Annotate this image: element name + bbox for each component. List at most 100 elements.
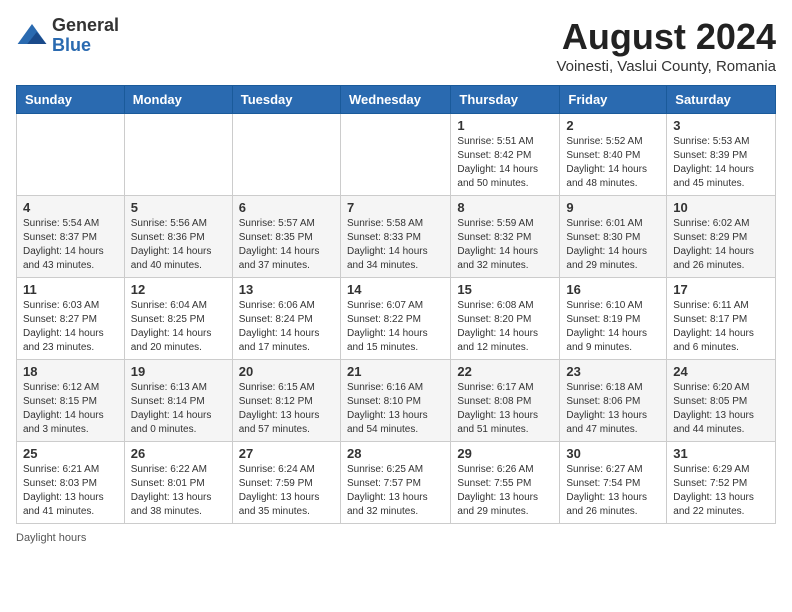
table-row: 16 Sunrise: 6:10 AM Sunset: 8:19 PM Dayli… <box>560 278 667 360</box>
table-row: 26 Sunrise: 6:22 AM Sunset: 8:01 PM Dayli… <box>124 442 232 524</box>
col-thursday: Thursday <box>451 86 560 114</box>
day-number: 13 <box>239 282 334 297</box>
title-section: August 2024 Voinesti, Vaslui County, Rom… <box>556 16 776 75</box>
table-row: 24Sunrise: 6:20 AM Sunset: 8:05 PM Dayli… <box>667 360 776 442</box>
day-info: Sunrise: 6:07 AM Sunset: 8:22 PM Dayligh… <box>347 299 444 355</box>
day-info: Sunrise: 6:12 AM Sunset: 8:15 PM Dayligh… <box>23 381 118 437</box>
col-sunday: Sunday <box>17 86 125 114</box>
day-info: Sunrise: 6:26 AM Sunset: 7:55 PM Dayligh… <box>457 463 553 519</box>
day-info: Sunrise: 6:16 AM Sunset: 8:10 PM Dayligh… <box>347 381 444 437</box>
col-saturday: Saturday <box>667 86 776 114</box>
day-number: 18 <box>23 364 118 379</box>
days-of-week-row: Sunday Monday Tuesday Wednesday Thursday… <box>17 86 776 114</box>
day-info: Sunrise: 5:53 AM Sunset: 8:39 PM Dayligh… <box>673 135 769 191</box>
day-info: Sunrise: 5:51 AM Sunset: 8:42 PM Dayligh… <box>457 135 553 191</box>
table-row: 12 Sunrise: 6:04 AM Sunset: 8:25 PM Dayli… <box>124 278 232 360</box>
day-number: 2 <box>566 118 660 133</box>
day-number: 27 <box>239 446 334 461</box>
day-info: Sunrise: 6:17 AM Sunset: 8:08 PM Dayligh… <box>457 381 553 437</box>
day-number: 26 <box>131 446 226 461</box>
day-number: 16 <box>566 282 660 297</box>
day-number: 21 <box>347 364 444 379</box>
table-row: 19Sunrise: 6:13 AM Sunset: 8:14 PM Dayli… <box>124 360 232 442</box>
table-row: 29Sunrise: 6:26 AM Sunset: 7:55 PM Dayli… <box>451 442 560 524</box>
day-info: Sunrise: 6:06 AM Sunset: 8:24 PM Dayligh… <box>239 299 334 355</box>
day-info: Sunrise: 5:57 AM Sunset: 8:35 PM Dayligh… <box>239 217 334 273</box>
table-row <box>340 114 450 196</box>
day-info: Sunrise: 6:04 AM Sunset: 8:25 PM Dayligh… <box>131 299 226 355</box>
col-tuesday: Tuesday <box>232 86 340 114</box>
day-number: 30 <box>566 446 660 461</box>
day-number: 20 <box>239 364 334 379</box>
day-number: 15 <box>457 282 553 297</box>
week-row-4: 18 Sunrise: 6:12 AM Sunset: 8:15 PM Dayli… <box>17 360 776 442</box>
day-info: Sunrise: 5:52 AM Sunset: 8:40 PM Dayligh… <box>566 135 660 191</box>
table-row: 23 Sunrise: 6:18 AM Sunset: 8:06 PM Dayli… <box>560 360 667 442</box>
day-info: Sunrise: 6:27 AM Sunset: 7:54 PM Dayligh… <box>566 463 660 519</box>
day-info: Sunrise: 5:59 AM Sunset: 8:32 PM Dayligh… <box>457 217 553 273</box>
day-number: 5 <box>131 200 226 215</box>
col-friday: Friday <box>560 86 667 114</box>
day-number: 4 <box>23 200 118 215</box>
day-info: Sunrise: 6:02 AM Sunset: 8:29 PM Dayligh… <box>673 217 769 273</box>
day-number: 17 <box>673 282 769 297</box>
table-row: 11Sunrise: 6:03 AM Sunset: 8:27 PM Dayli… <box>17 278 125 360</box>
day-number: 10 <box>673 200 769 215</box>
table-row: 20 Sunrise: 6:15 AM Sunset: 8:12 PM Dayli… <box>232 360 340 442</box>
day-number: 11 <box>23 282 118 297</box>
day-info: Sunrise: 6:21 AM Sunset: 8:03 PM Dayligh… <box>23 463 118 519</box>
calendar-body: 1 Sunrise: 5:51 AM Sunset: 8:42 PM Daylig… <box>17 114 776 524</box>
table-row: 18 Sunrise: 6:12 AM Sunset: 8:15 PM Dayli… <box>17 360 125 442</box>
table-row: 1 Sunrise: 5:51 AM Sunset: 8:42 PM Daylig… <box>451 114 560 196</box>
day-number: 28 <box>347 446 444 461</box>
table-row: 30 Sunrise: 6:27 AM Sunset: 7:54 PM Dayli… <box>560 442 667 524</box>
table-row: 9 Sunrise: 6:01 AM Sunset: 8:30 PM Daylig… <box>560 196 667 278</box>
day-number: 25 <box>23 446 118 461</box>
day-info: Sunrise: 5:58 AM Sunset: 8:33 PM Dayligh… <box>347 217 444 273</box>
table-row: 17 Sunrise: 6:11 AM Sunset: 8:17 PM Dayli… <box>667 278 776 360</box>
logo-icon <box>16 20 48 52</box>
day-number: 31 <box>673 446 769 461</box>
day-number: 9 <box>566 200 660 215</box>
day-number: 23 <box>566 364 660 379</box>
table-row: 21 Sunrise: 6:16 AM Sunset: 8:10 PM Dayli… <box>340 360 450 442</box>
col-wednesday: Wednesday <box>340 86 450 114</box>
table-row: 8 Sunrise: 5:59 AM Sunset: 8:32 PM Daylig… <box>451 196 560 278</box>
day-info: Sunrise: 6:18 AM Sunset: 8:06 PM Dayligh… <box>566 381 660 437</box>
day-number: 3 <box>673 118 769 133</box>
day-info: Sunrise: 6:11 AM Sunset: 8:17 PM Dayligh… <box>673 299 769 355</box>
daylight-label: Daylight hours <box>16 532 86 544</box>
week-row-3: 11Sunrise: 6:03 AM Sunset: 8:27 PM Dayli… <box>17 278 776 360</box>
day-info: Sunrise: 6:22 AM Sunset: 8:01 PM Dayligh… <box>131 463 226 519</box>
day-info: Sunrise: 6:01 AM Sunset: 8:30 PM Dayligh… <box>566 217 660 273</box>
day-number: 24 <box>673 364 769 379</box>
day-number: 1 <box>457 118 553 133</box>
day-info: Sunrise: 6:29 AM Sunset: 7:52 PM Dayligh… <box>673 463 769 519</box>
week-row-5: 25 Sunrise: 6:21 AM Sunset: 8:03 PM Dayli… <box>17 442 776 524</box>
day-number: 22 <box>457 364 553 379</box>
table-row: 4Sunrise: 5:54 AM Sunset: 8:37 PM Daylig… <box>17 196 125 278</box>
table-row: 15Sunrise: 6:08 AM Sunset: 8:20 PM Dayli… <box>451 278 560 360</box>
table-row: 28 Sunrise: 6:25 AM Sunset: 7:57 PM Dayli… <box>340 442 450 524</box>
week-row-1: 1 Sunrise: 5:51 AM Sunset: 8:42 PM Daylig… <box>17 114 776 196</box>
table-row: 7Sunrise: 5:58 AM Sunset: 8:33 PM Daylig… <box>340 196 450 278</box>
table-row: 22 Sunrise: 6:17 AM Sunset: 8:08 PM Dayli… <box>451 360 560 442</box>
calendar-header: Sunday Monday Tuesday Wednesday Thursday… <box>17 86 776 114</box>
day-info: Sunrise: 6:25 AM Sunset: 7:57 PM Dayligh… <box>347 463 444 519</box>
table-row: 6Sunrise: 5:57 AM Sunset: 8:35 PM Daylig… <box>232 196 340 278</box>
day-number: 8 <box>457 200 553 215</box>
footer-note: Daylight hours <box>16 532 776 544</box>
table-row: 31 Sunrise: 6:29 AM Sunset: 7:52 PM Dayli… <box>667 442 776 524</box>
col-monday: Monday <box>124 86 232 114</box>
logo-text: General Blue <box>52 16 119 56</box>
location-subtitle: Voinesti, Vaslui County, Romania <box>556 58 776 75</box>
table-row: 10 Sunrise: 6:02 AM Sunset: 8:29 PM Dayli… <box>667 196 776 278</box>
day-number: 12 <box>131 282 226 297</box>
day-info: Sunrise: 6:15 AM Sunset: 8:12 PM Dayligh… <box>239 381 334 437</box>
day-info: Sunrise: 6:13 AM Sunset: 8:14 PM Dayligh… <box>131 381 226 437</box>
logo-blue: Blue <box>52 35 91 55</box>
week-row-2: 4Sunrise: 5:54 AM Sunset: 8:37 PM Daylig… <box>17 196 776 278</box>
logo: General Blue <box>16 16 119 56</box>
table-row: 13 Sunrise: 6:06 AM Sunset: 8:24 PM Dayli… <box>232 278 340 360</box>
day-info: Sunrise: 6:10 AM Sunset: 8:19 PM Dayligh… <box>566 299 660 355</box>
